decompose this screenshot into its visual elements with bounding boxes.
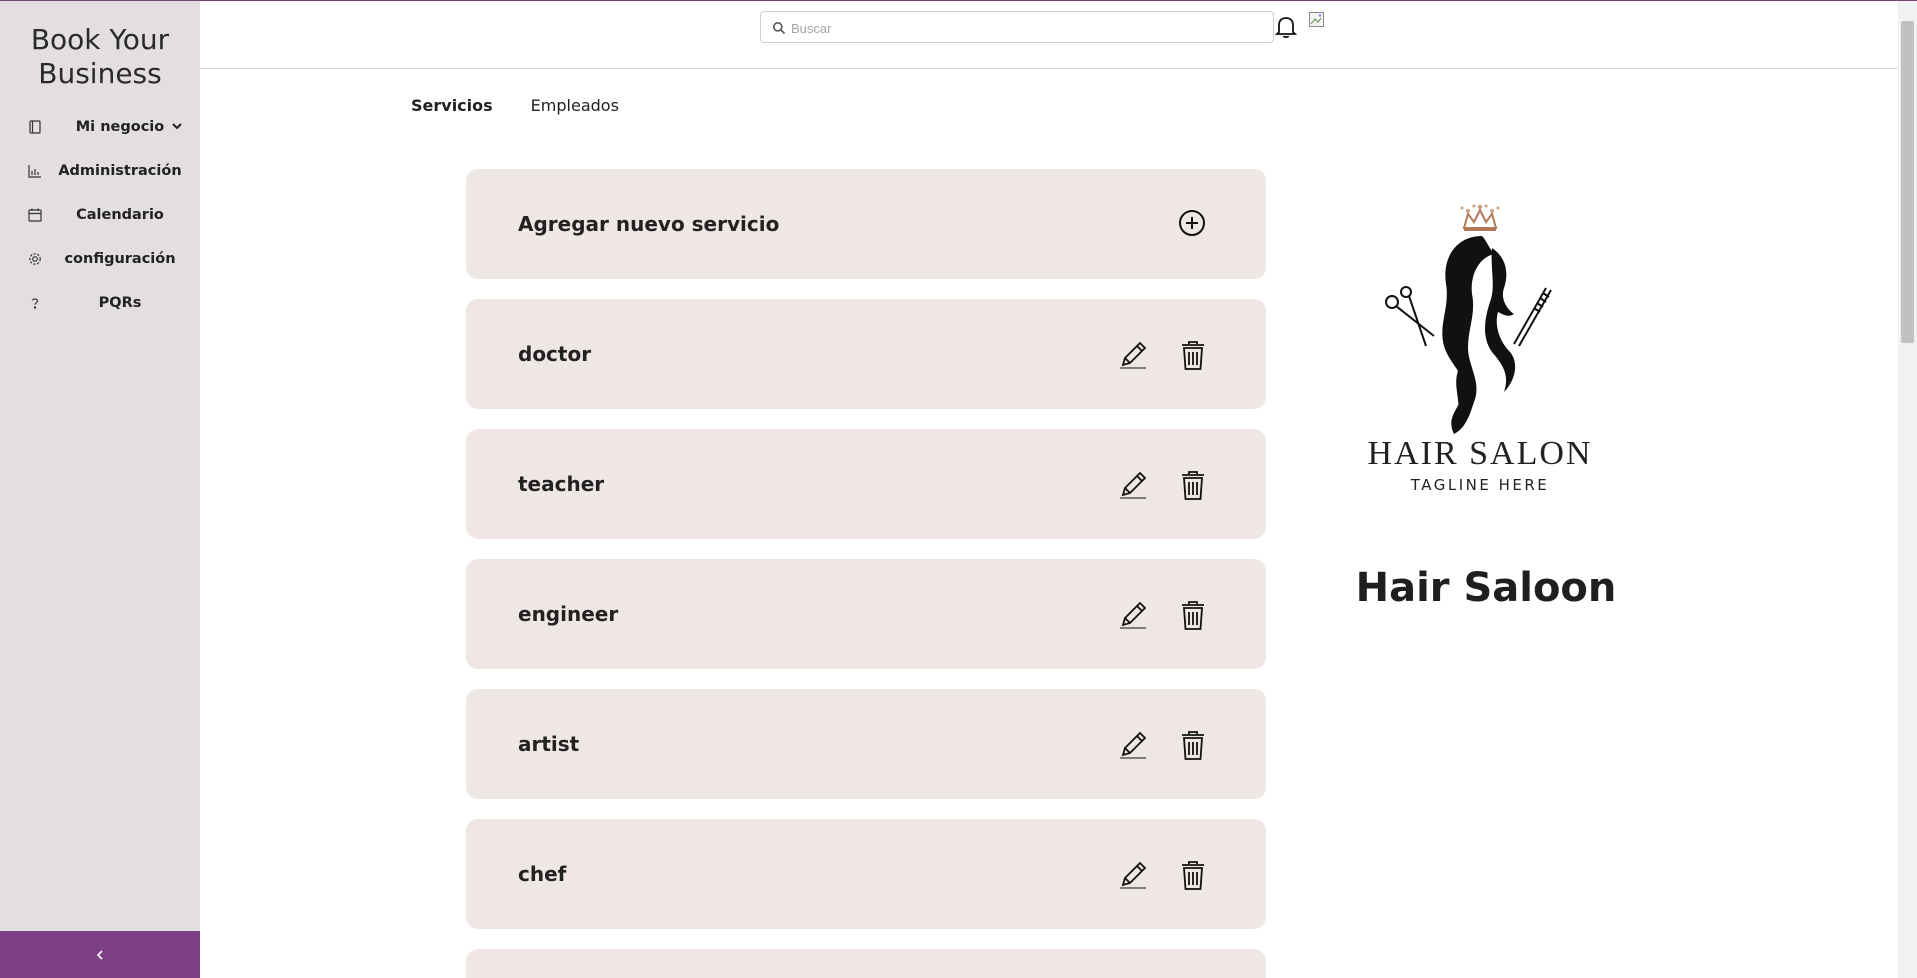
add-service-card[interactable]: Agregar nuevo servicio — [466, 169, 1266, 279]
sidebar-item-pqrs[interactable]: PQRs — [0, 281, 200, 325]
search-box[interactable] — [760, 11, 1274, 43]
question-icon — [31, 298, 39, 309]
service-card: artist — [466, 689, 1266, 799]
tab-servicios[interactable]: Servicios — [411, 96, 493, 115]
chevron-down-icon[interactable] — [170, 119, 184, 133]
brand-title: Book Your Business — [30, 23, 170, 90]
pencil-icon[interactable] — [1116, 858, 1150, 892]
sidebar-item-label: Calendario — [76, 207, 164, 223]
top-header — [200, 1, 1898, 69]
pencil-icon[interactable] — [1116, 338, 1150, 372]
pencil-icon[interactable] — [1116, 598, 1150, 632]
service-card-partial — [466, 949, 1266, 978]
chevron-left-icon — [96, 949, 103, 960]
page-scrollbar[interactable] — [1898, 1, 1917, 978]
pencil-icon[interactable] — [1116, 468, 1150, 502]
section-tabs: Servicios Empleados — [411, 96, 619, 115]
trash-icon[interactable] — [1176, 338, 1210, 372]
tab-empleados[interactable]: Empleados — [531, 96, 619, 115]
sidebar: Book Your Business Mi negocio Administra… — [0, 1, 200, 978]
trash-icon[interactable] — [1176, 858, 1210, 892]
service-card: doctor — [466, 299, 1266, 409]
add-service-label: Agregar nuevo servicio — [518, 212, 780, 236]
business-name: Hair Saloon — [1355, 565, 1617, 611]
scissors-icon — [1385, 286, 1435, 347]
sidebar-collapse-button[interactable] — [0, 931, 200, 978]
crown-icon — [1460, 204, 1500, 231]
search-input[interactable] — [791, 18, 1261, 38]
sidebar-item-administracion[interactable]: Administración — [0, 149, 200, 193]
bell-icon[interactable] — [1274, 14, 1298, 40]
pencil-icon[interactable] — [1116, 728, 1150, 762]
sidebar-item-label: Administración — [58, 163, 182, 179]
service-name: engineer — [518, 602, 619, 626]
sidebar-item-calendario[interactable]: Calendario — [0, 193, 200, 237]
sidebar-item-mi-negocio[interactable]: Mi negocio — [0, 105, 200, 149]
sidebar-item-configuracion[interactable]: configuración — [0, 237, 200, 281]
service-card: teacher — [466, 429, 1266, 539]
calendar-icon — [28, 208, 42, 222]
comb-icon — [1513, 287, 1552, 347]
book-icon — [29, 120, 41, 134]
logo-tagline: TAGLINE HERE — [1410, 476, 1550, 494]
sidebar-item-label: Mi negocio — [75, 119, 165, 135]
trash-icon[interactable] — [1176, 468, 1210, 502]
service-name: chef — [518, 862, 567, 886]
service-name: doctor — [518, 342, 592, 366]
sidebar-item-label: PQRs — [98, 295, 142, 311]
sidebar-item-label: configuración — [64, 251, 176, 267]
search-icon — [773, 22, 786, 35]
plus-circle-icon[interactable] — [1177, 208, 1207, 238]
trash-icon[interactable] — [1176, 598, 1210, 632]
service-name: teacher — [518, 472, 605, 496]
trash-icon[interactable] — [1176, 728, 1210, 762]
service-name: artist — [518, 732, 580, 756]
woman-silhouette-icon — [1442, 236, 1516, 434]
bar-chart-icon — [28, 165, 41, 178]
business-logo: HAIR SALON TAGLINE HERE — [1368, 204, 1593, 494]
service-card: chef — [466, 819, 1266, 929]
logo-text: HAIR SALON — [1368, 435, 1593, 472]
sidebar-nav: Mi negocio Administración Calendario con… — [0, 105, 200, 325]
service-card: engineer — [466, 559, 1266, 669]
gear-icon — [29, 253, 41, 265]
scrollbar-thumb[interactable] — [1901, 21, 1914, 343]
broken-image-icon[interactable] — [1308, 11, 1328, 31]
